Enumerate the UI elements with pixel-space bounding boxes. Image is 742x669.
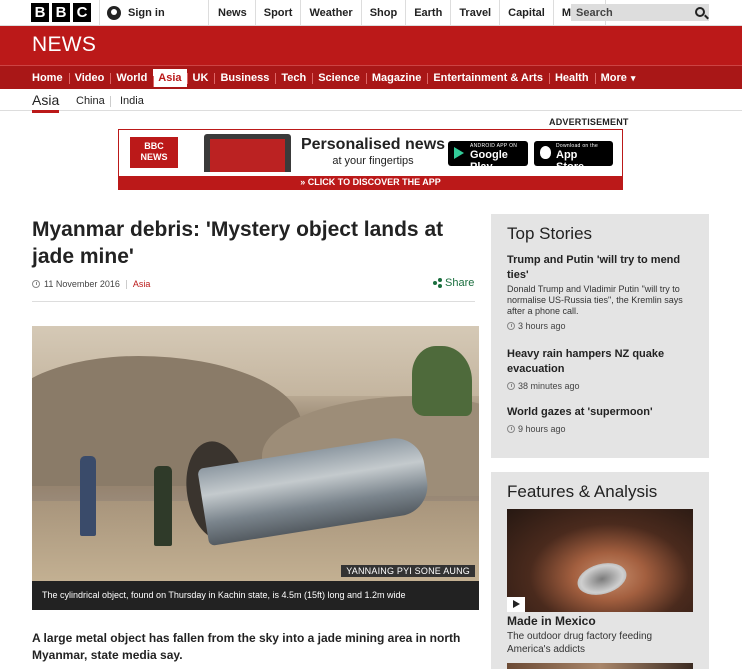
story-time-text: 38 minutes ago <box>518 381 580 391</box>
nav-item-video[interactable]: Video <box>68 66 111 90</box>
nav-item-tech[interactable]: Tech <box>275 66 312 90</box>
ad-subline: at your fingertips <box>332 155 414 167</box>
bbc-news-badge: BBC NEWS <box>130 137 178 168</box>
article-section-link[interactable]: Asia <box>133 279 151 289</box>
global-nav-earth[interactable]: Earth <box>406 0 452 26</box>
nav-item-magazine[interactable]: Magazine <box>365 66 428 90</box>
search-icon[interactable] <box>695 7 705 17</box>
person-figure <box>80 456 96 536</box>
global-nav: News Sport Weather Shop Earth Travel Cap… <box>210 0 606 26</box>
app-store-label: App Store <box>556 149 585 173</box>
article-meta: 11 November 2016 Asia <box>32 279 150 289</box>
play-icon[interactable] <box>507 597 525 612</box>
global-nav-travel[interactable]: Travel <box>451 0 501 26</box>
advert-banner[interactable]: BBC NEWS Personalised news at your finge… <box>118 129 623 190</box>
article-photo: YANNAING PYI SONE AUNG <box>32 326 479 581</box>
nav-item-business[interactable]: Business <box>214 66 275 90</box>
nav-item-home[interactable]: Home <box>26 66 69 90</box>
story-time-text: 3 hours ago <box>518 321 566 331</box>
person-figure <box>154 466 172 546</box>
story-title[interactable]: Heavy rain hampers NZ quake evacuation <box>507 347 702 377</box>
feature-summary: The outdoor drug factory feeding America… <box>507 631 653 655</box>
logo-letter-b2: B <box>52 3 70 22</box>
nav-item-science[interactable]: Science <box>312 66 366 90</box>
image-caption: The cylindrical object, found on Thursda… <box>32 581 479 610</box>
nav-item-uk[interactable]: UK <box>186 66 215 90</box>
global-nav-sport[interactable]: Sport <box>256 0 302 26</box>
story-time: 9 hours ago <box>507 424 702 434</box>
feature-title[interactable]: Made in Mexico <box>507 614 596 628</box>
next-feature-image[interactable] <box>507 663 693 669</box>
news-nav: Home Video World Asia UK Business Tech S… <box>0 65 742 89</box>
news-banner: NEWS <box>0 26 742 65</box>
meta-divider <box>125 279 127 289</box>
badge-top: BBC <box>144 141 164 151</box>
top-stories-panel: Top Stories Trump and Putin 'will try to… <box>491 214 709 458</box>
features-panel: Features & Analysis Made in Mexico The o… <box>491 472 709 669</box>
story-title[interactable]: Trump and Putin 'will try to mend ties' <box>507 253 702 283</box>
global-nav-shop[interactable]: Shop <box>362 0 407 26</box>
phone-image <box>204 134 291 172</box>
global-header: B B C Sign in News Sport Weather Shop Ea… <box>0 0 742 26</box>
feature-image[interactable] <box>507 509 693 612</box>
share-icon <box>433 278 442 288</box>
share-button[interactable]: Share <box>433 277 474 289</box>
image-credit: YANNAING PYI SONE AUNG <box>341 565 475 577</box>
clock-icon <box>32 280 40 288</box>
sub-nav-divider <box>110 96 111 107</box>
article-date: 11 November 2016 <box>44 279 120 289</box>
story-time-text: 9 hours ago <box>518 424 566 434</box>
apple-icon <box>540 146 551 159</box>
ad-cta[interactable]: » CLICK TO DISCOVER THE APP <box>119 176 622 189</box>
advert-label: ADVERTISEMENT <box>549 117 629 127</box>
clock-icon <box>507 425 515 433</box>
sub-nav: Asia China India <box>0 89 742 113</box>
nav-item-more[interactable]: More <box>594 66 642 90</box>
sub-nav-china[interactable]: China <box>76 95 105 107</box>
clock-icon <box>507 322 515 330</box>
sub-nav-current[interactable]: Asia <box>32 92 60 113</box>
story-summary: Donald Trump and Vladimir Putin "will tr… <box>507 284 683 316</box>
top-stories-heading: Top Stories <box>507 224 593 243</box>
top-story-item[interactable]: Trump and Putin 'will try to mend ties' … <box>507 253 702 331</box>
app-store-badge[interactable]: Download on the App Store <box>534 141 613 173</box>
nav-item-world[interactable]: World <box>110 66 153 90</box>
google-play-badge[interactable]: ANDROID APP ON Google Play <box>448 141 528 173</box>
article-lede: A large metal object has fallen from the… <box>32 631 461 662</box>
logo-letter-c: C <box>73 3 91 22</box>
google-play-label: Google Play <box>470 149 508 173</box>
google-play-icon <box>454 147 464 159</box>
features-heading: Features & Analysis <box>507 482 658 501</box>
top-story-item[interactable]: Heavy rain hampers NZ quake evacuation 3… <box>507 347 702 391</box>
ad-headline: Personalised news <box>300 136 446 153</box>
article-headline: Myanmar debris: 'Mystery object lands at… <box>32 218 444 268</box>
search-input[interactable]: Search <box>571 4 709 21</box>
logo-letter-b1: B <box>31 3 49 22</box>
sign-in-button[interactable]: Sign in <box>99 0 209 26</box>
story-time: 38 minutes ago <box>507 381 702 391</box>
global-nav-weather[interactable]: Weather <box>301 0 362 26</box>
nav-item-entertainment[interactable]: Entertainment & Arts <box>427 66 549 90</box>
global-nav-news[interactable]: News <box>210 0 256 26</box>
news-brand[interactable]: NEWS <box>32 33 96 57</box>
article-divider <box>32 301 475 302</box>
global-nav-capital[interactable]: Capital <box>500 0 554 26</box>
story-title[interactable]: World gazes at 'supermoon' <box>507 405 702 420</box>
sub-nav-india[interactable]: India <box>120 95 144 107</box>
user-icon <box>107 6 121 20</box>
search-placeholder: Search <box>576 6 613 19</box>
top-story-item[interactable]: World gazes at 'supermoon' 9 hours ago <box>507 405 702 434</box>
clock-icon <box>507 382 515 390</box>
badge-bottom: NEWS <box>140 152 168 162</box>
nav-item-asia[interactable]: Asia <box>153 69 187 87</box>
bbc-logo[interactable]: B B C <box>31 3 91 22</box>
nav-item-health[interactable]: Health <box>548 66 595 90</box>
share-label: Share <box>445 277 475 289</box>
sign-in-label: Sign in <box>128 7 165 19</box>
story-time: 3 hours ago <box>507 321 702 331</box>
